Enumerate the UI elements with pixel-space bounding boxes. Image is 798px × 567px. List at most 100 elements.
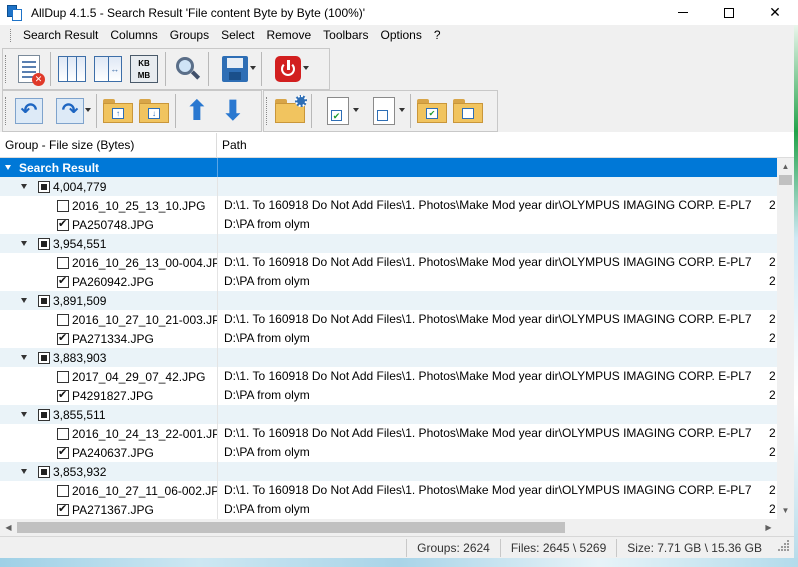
menu-search-result[interactable]: Search Result	[17, 25, 104, 46]
menu-select[interactable]: Select	[215, 25, 260, 46]
file-row[interactable]: 2016_10_25_13_10.JPG D:\1. To 160918 Do …	[0, 196, 777, 215]
group-checkbox[interactable]	[38, 180, 50, 193]
menubar-grip[interactable]	[10, 29, 13, 42]
expander-icon[interactable]	[3, 158, 12, 177]
file-checkbox[interactable]	[57, 217, 69, 231]
minimize-icon	[678, 12, 688, 13]
group-row[interactable]: 3,891,509	[0, 291, 777, 310]
file-checkbox[interactable]	[57, 313, 69, 326]
status-size: Size: 7.71 GB \ 15.36 GB	[616, 538, 772, 557]
scroll-right-icon[interactable]: ▶	[760, 519, 777, 536]
toolbar-grip[interactable]	[5, 97, 8, 125]
file-row[interactable]: 2016_10_27_11_06-002.JPG D:\1. To 160918…	[0, 481, 777, 500]
file-row[interactable]: P4291827.JPG D:\PA from olym 2	[0, 386, 777, 405]
file-name: PA260942.JPG	[72, 274, 154, 289]
group-row[interactable]: 3,883,903	[0, 348, 777, 367]
file-path: D:\PA from olym	[217, 386, 777, 405]
menu-columns[interactable]: Columns	[104, 25, 163, 46]
menu-remove[interactable]: Remove	[260, 25, 317, 46]
chevron-down-icon[interactable]	[353, 108, 359, 112]
back-button[interactable]: ↶	[11, 93, 47, 129]
clear-results-button[interactable]: ✕	[11, 51, 47, 87]
chevron-down-icon[interactable]	[250, 66, 256, 70]
file-checkbox[interactable]	[57, 388, 69, 402]
move-up-folder-button[interactable]: ↑	[100, 93, 136, 129]
column-header-group[interactable]: Group - File size (Bytes)	[0, 133, 217, 158]
file-row[interactable]: PA250748.JPG D:\PA from olym	[0, 215, 777, 234]
close-button[interactable]: ✕	[752, 0, 798, 25]
group-row[interactable]: 3,853,932	[0, 462, 777, 481]
menu-toolbars[interactable]: Toolbars	[317, 25, 374, 46]
file-checkbox[interactable]	[57, 256, 69, 269]
column-header-path[interactable]: Path	[217, 133, 798, 158]
size-unit-button[interactable]: KB MB	[126, 51, 162, 87]
move-up-button[interactable]: ⬆	[179, 93, 215, 129]
expander-icon[interactable]	[19, 462, 28, 481]
horizontal-scroll-thumb[interactable]	[17, 522, 565, 533]
save-button[interactable]	[212, 51, 258, 87]
toolbar-grip[interactable]	[266, 97, 269, 125]
horizontal-scrollbar[interactable]: ◀ ▶	[0, 519, 777, 536]
minimize-button[interactable]	[660, 0, 706, 25]
expander-icon[interactable]	[19, 291, 28, 310]
column-width-button[interactable]: ↔	[90, 51, 126, 87]
resize-grip-icon[interactable]	[778, 540, 790, 552]
group-checkbox[interactable]	[38, 408, 50, 421]
select-folder-button[interactable]: ✔	[414, 93, 450, 129]
file-row[interactable]: PA240637.JPG D:\PA from olym 2	[0, 443, 777, 462]
group-row[interactable]: 3,855,511	[0, 405, 777, 424]
group-row[interactable]: 3,954,551	[0, 234, 777, 253]
selection-toolbar: ✔ ✔	[263, 90, 498, 132]
file-row[interactable]: PA271334.JPG D:\PA from olym 2	[0, 329, 777, 348]
menu-options[interactable]: Options	[375, 25, 428, 46]
unselect-folder-button[interactable]	[450, 93, 486, 129]
folder-settings-button[interactable]	[272, 93, 308, 129]
search-button[interactable]	[169, 51, 205, 87]
scroll-up-icon[interactable]: ▲	[777, 158, 794, 175]
file-checkbox[interactable]	[57, 502, 69, 516]
move-down-button[interactable]: ⬇	[215, 93, 251, 129]
tree-root-row[interactable]: Search Result	[0, 158, 777, 177]
file-row[interactable]: 2016_10_26_13_00-004.JPG D:\1. To 160918…	[0, 253, 777, 272]
expander-icon[interactable]	[19, 348, 28, 367]
file-path: D:\PA from olym	[217, 215, 777, 234]
file-row[interactable]: 2017_04_29_07_42.JPG D:\1. To 160918 Do …	[0, 367, 777, 386]
file-checkbox[interactable]	[57, 370, 69, 383]
group-checkbox[interactable]	[38, 294, 50, 307]
chevron-down-icon[interactable]	[303, 66, 309, 70]
file-row[interactable]: PA260942.JPG D:\PA from olym 2	[0, 272, 777, 291]
file-checkbox[interactable]	[57, 331, 69, 345]
scroll-left-icon[interactable]: ◀	[0, 519, 17, 536]
menu-help[interactable]: ?	[428, 25, 447, 46]
vertical-scroll-thumb[interactable]	[779, 175, 792, 185]
chevron-down-icon[interactable]	[399, 108, 405, 112]
file-checkbox[interactable]	[57, 445, 69, 459]
group-row[interactable]: 4,004,779	[0, 177, 777, 196]
file-checkbox[interactable]	[57, 199, 69, 212]
toolbar-grip[interactable]	[5, 55, 8, 83]
file-checkbox[interactable]	[57, 427, 69, 440]
forward-button[interactable]: ↷	[47, 93, 93, 129]
columns-button[interactable]	[54, 51, 90, 87]
select-files-button[interactable]: ✔	[315, 93, 361, 129]
menu-groups[interactable]: Groups	[164, 25, 215, 46]
group-checkbox[interactable]	[38, 237, 50, 250]
vertical-scrollbar[interactable]: ▲ ▼	[777, 158, 794, 519]
scroll-down-icon[interactable]: ▼	[777, 502, 794, 519]
page-delete-icon: ✕	[18, 55, 45, 86]
expander-icon[interactable]	[19, 405, 28, 424]
group-checkbox[interactable]	[38, 465, 50, 478]
file-checkbox[interactable]	[57, 274, 69, 288]
file-row[interactable]: PA271367.JPG D:\PA from olym 2	[0, 500, 777, 519]
maximize-button[interactable]	[706, 0, 752, 25]
expander-icon[interactable]	[19, 234, 28, 253]
chevron-down-icon[interactable]	[85, 108, 91, 112]
file-checkbox[interactable]	[57, 484, 69, 497]
exit-button[interactable]	[265, 51, 311, 87]
move-down-folder-button[interactable]: ↓	[136, 93, 172, 129]
unselect-files-button[interactable]	[361, 93, 407, 129]
file-row[interactable]: 2016_10_27_10_21-003.JPG D:\1. To 160918…	[0, 310, 777, 329]
group-checkbox[interactable]	[38, 351, 50, 364]
expander-icon[interactable]	[19, 177, 28, 196]
file-row[interactable]: 2016_10_24_13_22-001.JPG D:\1. To 160918…	[0, 424, 777, 443]
